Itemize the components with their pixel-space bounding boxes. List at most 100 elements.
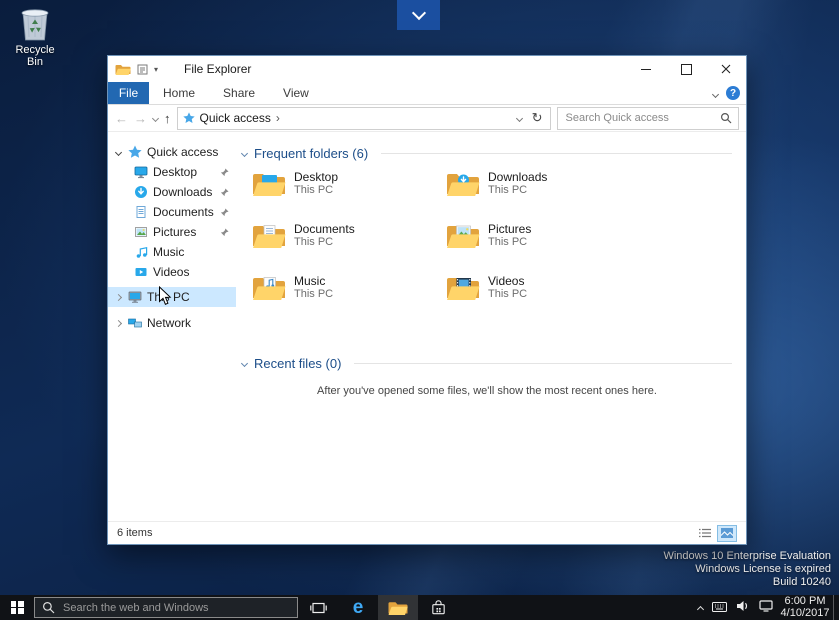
- chevron-up-icon: [697, 605, 704, 612]
- sidebar-item-label: Pictures: [153, 225, 196, 239]
- sidebar-item-downloads[interactable]: Downloads: [108, 182, 236, 202]
- folder-tile-desktop[interactable]: Desktop This PC: [252, 170, 446, 222]
- show-desktop-button[interactable]: [833, 595, 839, 620]
- expand-ribbon-button[interactable]: [713, 86, 718, 100]
- folder-name: Documents: [294, 222, 355, 236]
- network-button[interactable]: [759, 599, 773, 617]
- clock-date: 4/10/2017: [777, 608, 833, 619]
- explorer-search-box[interactable]: [557, 107, 740, 130]
- file-explorer-taskbar-button[interactable]: [378, 595, 418, 620]
- recent-locations-dropdown[interactable]: [153, 116, 158, 121]
- folder-videos-icon: [446, 274, 480, 302]
- folder-tile-music[interactable]: Music This PC: [252, 274, 446, 326]
- folder-location: This PC: [294, 236, 355, 249]
- frequent-folders-header[interactable]: Frequent folders (6): [242, 144, 732, 162]
- folder-tile-videos[interactable]: Videos This PC: [446, 274, 640, 326]
- folder-location: This PC: [488, 288, 527, 301]
- folder-tile-documents[interactable]: Documents This PC: [252, 222, 446, 274]
- recycle-bin[interactable]: Recycle Bin: [6, 4, 64, 68]
- sidebar-item-this-pc[interactable]: This PC: [108, 287, 236, 307]
- start-button[interactable]: [0, 595, 34, 620]
- breadcrumb[interactable]: Quick access: [200, 111, 271, 125]
- pin-icon: [220, 208, 229, 217]
- qat-properties-icon[interactable]: [137, 64, 148, 75]
- maximize-button[interactable]: [666, 56, 706, 82]
- desktop-icon: [134, 165, 148, 179]
- help-button[interactable]: ?: [726, 86, 740, 100]
- collapse-chevron-icon: [241, 149, 248, 156]
- taskbar: e: [0, 595, 839, 620]
- details-view-icon: [698, 527, 712, 539]
- folder-location: This PC: [488, 236, 531, 249]
- close-icon: [721, 64, 731, 74]
- taskbar-search-box[interactable]: [34, 597, 298, 618]
- touch-keyboard-button[interactable]: [712, 599, 727, 617]
- back-button[interactable]: ←: [115, 112, 128, 125]
- minimize-button[interactable]: [626, 56, 666, 82]
- quick-access-star-icon: [128, 145, 142, 159]
- folder-tile-downloads[interactable]: Downloads This PC: [446, 170, 640, 222]
- collapse-chevron-icon[interactable]: [113, 150, 123, 155]
- tab-file[interactable]: File: [108, 82, 149, 104]
- taskbar-search-input[interactable]: [61, 601, 290, 615]
- refresh-button[interactable]: ↻: [530, 110, 545, 126]
- window-controls: [626, 56, 746, 82]
- vm-console-tab[interactable]: [397, 0, 440, 30]
- folder-location: This PC: [488, 184, 547, 197]
- volume-button[interactable]: [736, 599, 750, 617]
- edge-icon: e: [353, 598, 364, 617]
- sidebar-item-network[interactable]: Network: [108, 313, 236, 333]
- group-rule: [354, 363, 732, 364]
- chevron-down-icon: [411, 6, 425, 20]
- taskbar-clock[interactable]: 6:00 PM 4/10/2017: [777, 595, 833, 620]
- store-button[interactable]: [418, 595, 458, 620]
- sidebar-item-label: Desktop: [153, 165, 197, 179]
- address-bar[interactable]: Quick access › ↻: [177, 107, 551, 130]
- group-rule: [381, 153, 732, 154]
- tab-share[interactable]: Share: [209, 82, 269, 104]
- pictures-icon: [134, 225, 148, 239]
- pin-icon: [220, 188, 229, 197]
- recycle-bin-icon: [17, 4, 53, 42]
- quick-access-toolbar: ▾: [115, 63, 158, 76]
- folder-view: Frequent folders (6) Desktop This PC: [236, 132, 746, 521]
- recent-files-header[interactable]: Recent files (0): [242, 354, 732, 372]
- expand-chevron-icon[interactable]: [113, 321, 123, 326]
- this-pc-icon: [128, 290, 142, 304]
- chevron-down-icon: [712, 91, 719, 98]
- edge-browser-button[interactable]: e: [338, 595, 378, 620]
- tab-home[interactable]: Home: [149, 82, 209, 104]
- group-title: Frequent folders (6): [254, 146, 368, 161]
- tab-view[interactable]: View: [269, 82, 323, 104]
- folder-name: Downloads: [488, 170, 547, 184]
- sidebar-item-quick-access[interactable]: Quick access: [108, 142, 236, 162]
- status-bar: 6 items: [108, 521, 746, 544]
- task-view-button[interactable]: [298, 595, 338, 620]
- window-folder-icon: [115, 63, 131, 76]
- folder-name: Videos: [488, 274, 527, 288]
- sidebar-item-music[interactable]: Music: [108, 242, 236, 262]
- up-button[interactable]: ↑: [164, 112, 171, 125]
- qat-customize-dropdown-icon[interactable]: ▾: [154, 65, 158, 74]
- large-icons-view-button[interactable]: [717, 525, 737, 542]
- sidebar-item-pictures[interactable]: Pictures: [108, 222, 236, 242]
- pin-icon: [220, 168, 229, 177]
- system-tray: [694, 595, 777, 620]
- ribbon-tab-bar: File Home Share View ?: [108, 82, 746, 105]
- details-view-button[interactable]: [695, 525, 715, 542]
- sidebar-item-documents[interactable]: Documents: [108, 202, 236, 222]
- expand-chevron-icon[interactable]: [113, 295, 123, 300]
- volume-icon: [736, 600, 750, 612]
- sidebar-item-desktop[interactable]: Desktop: [108, 162, 236, 182]
- navigation-bar: ← → ↑ Quick access › ↻: [108, 105, 746, 132]
- address-dropdown-button[interactable]: [514, 116, 525, 121]
- tray-overflow-button[interactable]: [698, 599, 703, 617]
- forward-button[interactable]: →: [134, 112, 147, 125]
- close-button[interactable]: [706, 56, 746, 82]
- sidebar-item-videos[interactable]: Videos: [108, 262, 236, 282]
- chevron-down-icon: [516, 114, 523, 121]
- titlebar[interactable]: ▾ File Explorer: [108, 56, 746, 82]
- navigation-pane: Quick access Desktop: [108, 132, 236, 521]
- folder-tile-pictures[interactable]: Pictures This PC: [446, 222, 640, 274]
- explorer-search-input[interactable]: [564, 111, 717, 125]
